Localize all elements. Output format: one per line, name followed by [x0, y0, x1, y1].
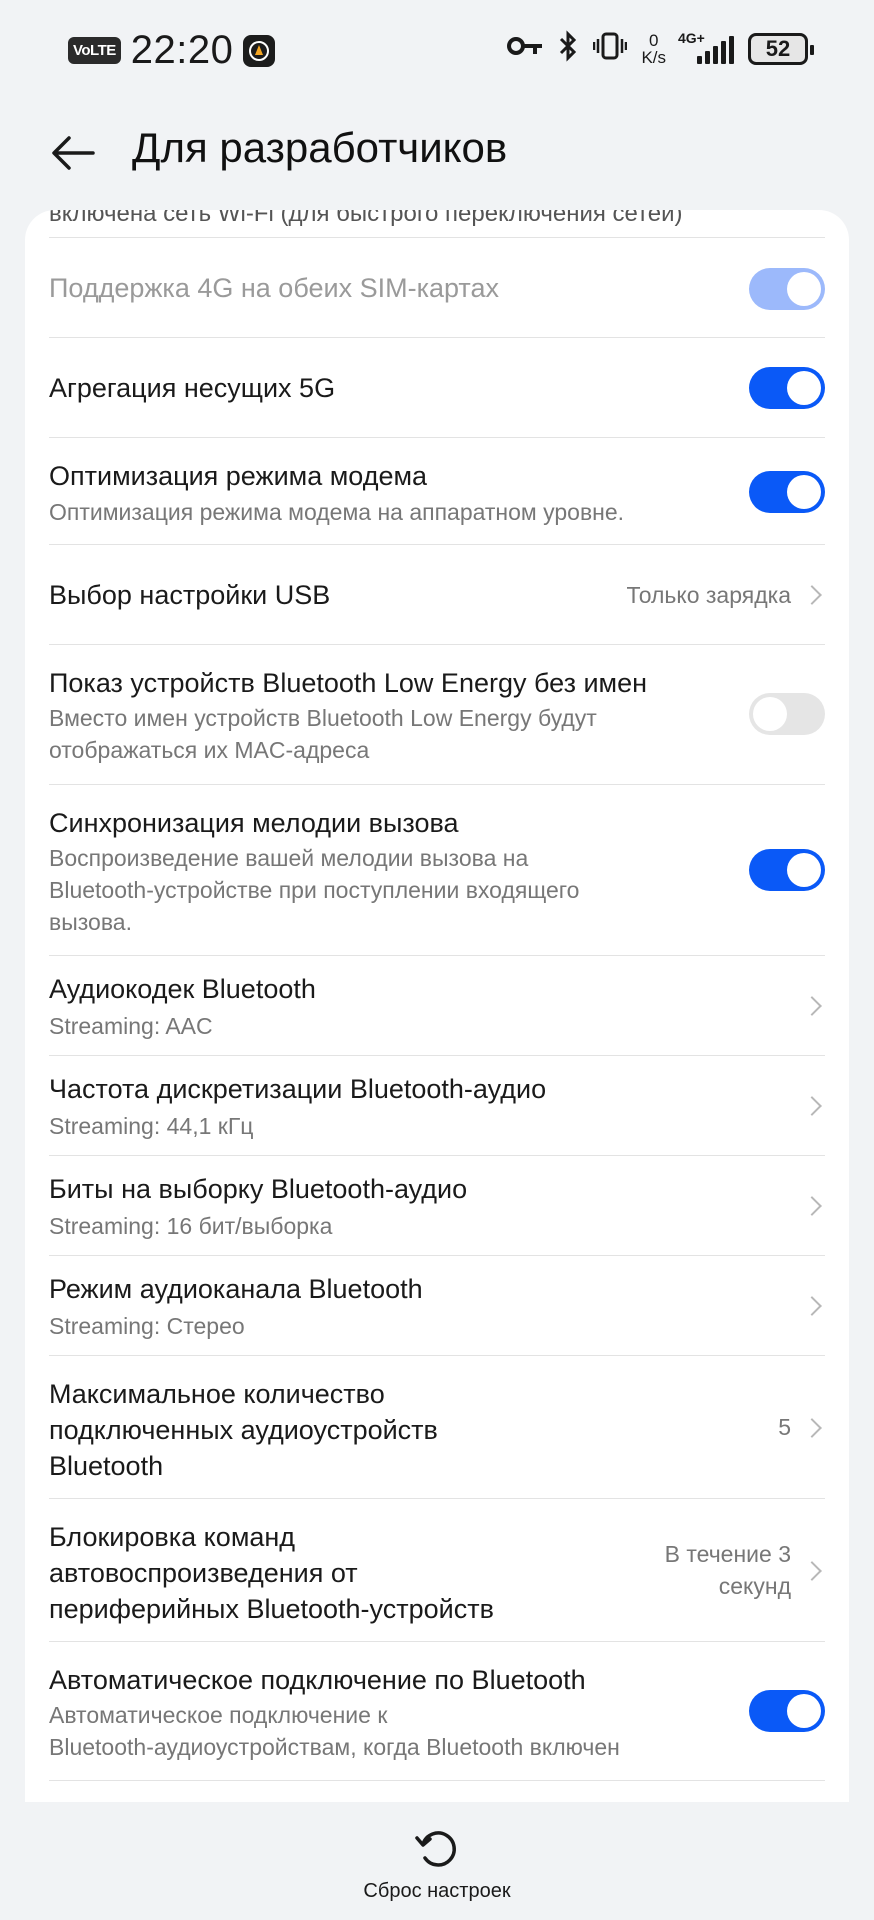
clock: 22:20: [130, 28, 234, 72]
chevron-right-icon: [802, 1096, 822, 1116]
back-arrow-icon: [52, 136, 95, 170]
reset-settings-button[interactable]: Сброс настроек: [0, 1802, 874, 1920]
bluetooth-icon: [557, 30, 579, 67]
setting-bluetooth-channel-mode[interactable]: Режим аудиоканала Bluetooth Streaming: С…: [49, 1255, 825, 1355]
carrier-aggregation-toggle[interactable]: [749, 367, 825, 409]
chevron-right-icon: [802, 585, 822, 605]
cellular-signal-icon: 4G+: [678, 30, 734, 64]
setting-max-connected-audio-devices[interactable]: Максимальное количество подключенных ауд…: [49, 1355, 825, 1498]
reset-settings-label: Сброс настроек: [363, 1880, 511, 1902]
modem-optimization-toggle[interactable]: [749, 471, 825, 513]
chevron-right-icon: [802, 996, 822, 1016]
setting-ble-without-names[interactable]: Показ устройств Bluetooth Low Energy без…: [49, 644, 825, 784]
ringtone-sync-toggle[interactable]: [749, 849, 825, 891]
app-notification-icon: [243, 34, 276, 67]
status-bar: VoLTE 22:20 0 K/s 4G+ 52: [0, 0, 874, 100]
setting-modem-optimization[interactable]: Оптимизация режима модема Оптимизация ре…: [49, 437, 825, 544]
chevron-right-icon: [802, 1196, 822, 1216]
setting-5g-carrier-aggregation[interactable]: Агрегация несущих 5G: [49, 337, 825, 437]
setting-usb-configuration[interactable]: Выбор настройки USB Только зарядка: [49, 544, 825, 644]
network-speed: 0 K/s: [641, 30, 666, 67]
truncated-description: включена сеть Wi-Fi (для быстрого перекл…: [49, 210, 683, 227]
setting-bluetooth-sample-rate[interactable]: Частота дискретизации Bluetooth-аудио St…: [49, 1055, 825, 1155]
setting-block-autoplay-commands[interactable]: Блокировка команд автовоспроизведения от…: [49, 1498, 825, 1641]
vibrate-icon: [593, 31, 628, 66]
setting-4g-dual-sim[interactable]: Поддержка 4G на обеих SIM-картах: [49, 237, 825, 337]
dual-sim-4g-toggle[interactable]: [749, 268, 825, 310]
reset-icon: [415, 1831, 456, 1867]
battery-icon: 52: [748, 32, 814, 65]
setting-bluetooth-bits-per-sample[interactable]: Биты на выборку Bluetooth-аудио Streamin…: [49, 1155, 825, 1255]
chevron-right-icon: [802, 1296, 822, 1316]
back-button[interactable]: [48, 128, 98, 178]
setting-bluetooth-audio-codec[interactable]: Аудиокодек Bluetooth Streaming: AAC: [49, 955, 825, 1055]
volte-icon: VoLTE: [68, 37, 121, 64]
chevron-right-icon: [802, 1418, 822, 1438]
key-icon: [507, 35, 543, 62]
setting-bluetooth-auto-connect[interactable]: Автоматическое подключение по Bluetooth …: [49, 1641, 825, 1781]
chevron-right-icon: [802, 1561, 822, 1581]
settings-list: включена сеть Wi-Fi (для быстрого перекл…: [25, 210, 849, 1802]
ble-without-names-toggle[interactable]: [749, 693, 825, 735]
setting-ringtone-sync[interactable]: Синхронизация мелодии вызова Воспроизвед…: [49, 784, 825, 955]
page-title: Для разработчиков: [132, 124, 508, 171]
bluetooth-auto-connect-toggle[interactable]: [749, 1690, 825, 1732]
